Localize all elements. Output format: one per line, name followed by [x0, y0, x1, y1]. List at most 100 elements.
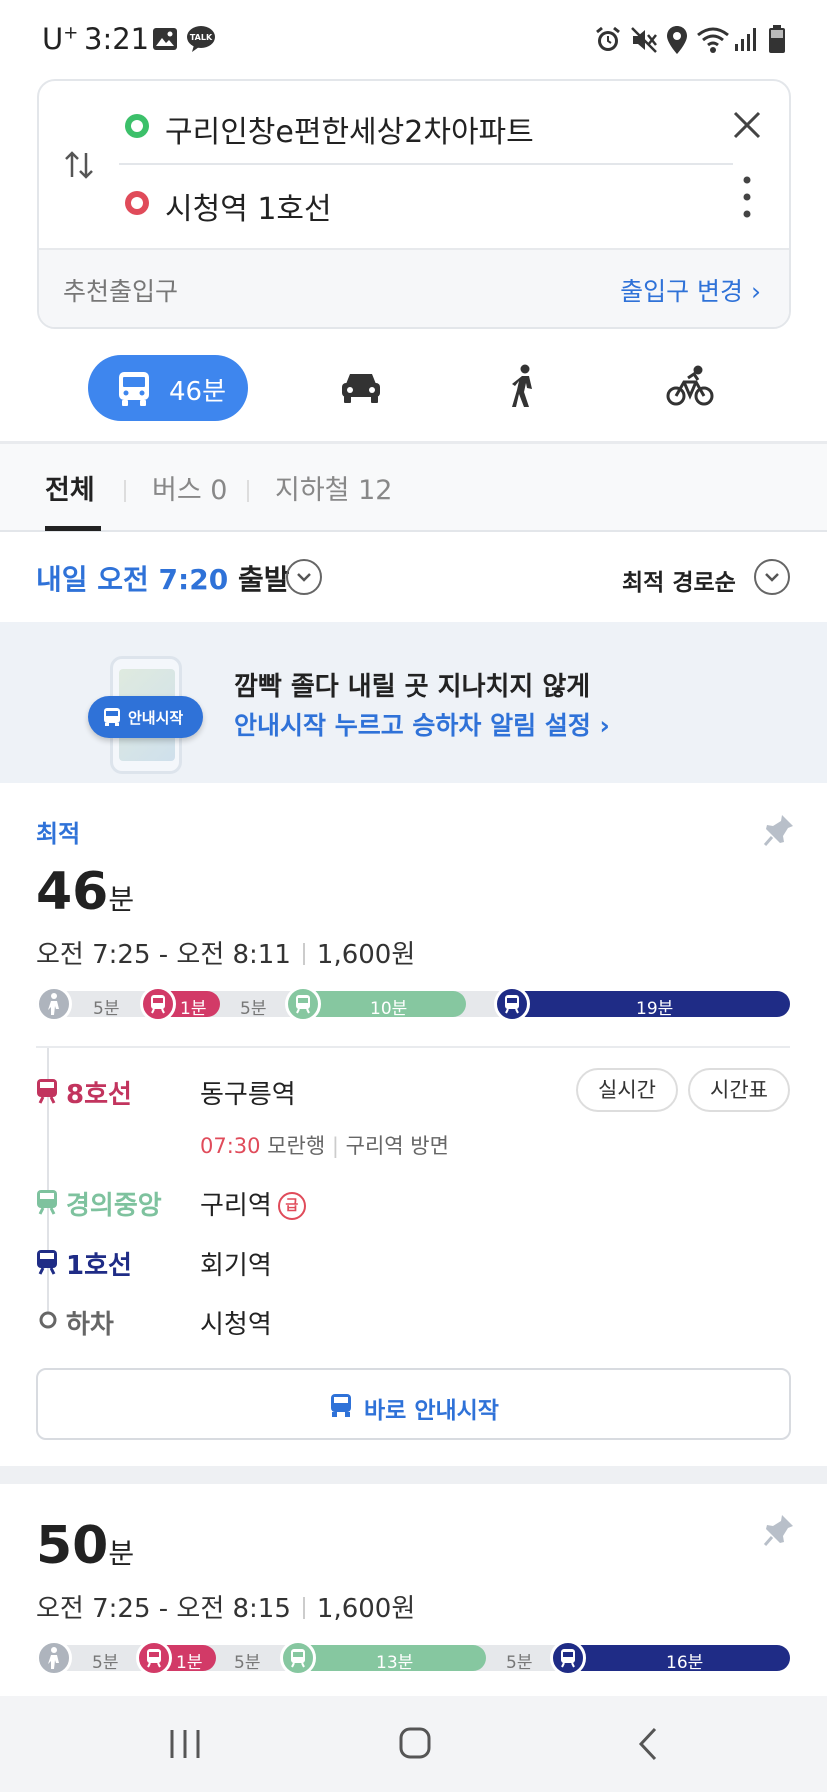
guide-start-badge: 안내시작	[88, 696, 203, 738]
step-station: 구리역 급	[200, 1185, 306, 1222]
tab-bus[interactable]: 버스 0	[152, 468, 227, 507]
route-input-card: 구리인창e편한세상2차아파트 시청역 1호선 추천출입구 출입구 변경 ›	[37, 79, 791, 329]
step-line-name: 1호선	[66, 1251, 132, 1281]
time-range: 오전 7:25 - 오전 8:15	[36, 1594, 291, 1624]
train-info: 07:30 모란행 | 구리역 방면	[200, 1134, 449, 1158]
divider	[119, 163, 733, 165]
bus-icon	[104, 708, 120, 726]
line1-duration: 19분	[636, 999, 674, 1019]
change-entrance-link[interactable]: 출입구 변경 ›	[620, 272, 761, 308]
tab-subway[interactable]: 지하철 12	[275, 468, 392, 507]
route-time-price: 오전 7:25 - 오전 8:15 1,600원	[36, 1588, 415, 1625]
bike-icon[interactable]	[666, 364, 714, 408]
guide-banner[interactable]: 안내시작 깜빡 졸다 내릴 곳 지나치지 않게 안내시작 누르고 승하차 알림 …	[0, 622, 827, 783]
wifi-icon	[697, 27, 729, 53]
origin-dot-icon	[125, 114, 149, 138]
signal-icon	[735, 28, 756, 51]
train-direction: 모란행	[267, 1134, 326, 1158]
back-icon[interactable]	[636, 1726, 660, 1762]
realtime-button[interactable]: 실시간	[576, 1068, 678, 1112]
subway-icon	[37, 1079, 57, 1104]
kakaotalk-icon: TALK	[187, 26, 215, 52]
best-route-badge: 최적	[36, 820, 81, 848]
close-icon[interactable]	[727, 105, 767, 145]
mode-tab-transit-label: 46분	[169, 377, 227, 407]
pin-icon[interactable]	[762, 812, 796, 852]
divider	[36, 1046, 790, 1048]
bus-icon	[119, 372, 149, 406]
clock: 3:21	[84, 22, 150, 56]
home-icon[interactable]	[398, 1726, 432, 1760]
filter-tabs: 전체 버스 0 지하철 12	[0, 444, 827, 532]
platform-direction: 구리역 방면	[345, 1134, 449, 1158]
subway-icon	[285, 986, 321, 1022]
walk-duration: 5분	[93, 999, 120, 1019]
fare: 1,600원	[316, 940, 416, 970]
departure-time-selector[interactable]: 내일 오전 7:20 출발	[36, 558, 289, 598]
step-line-name: 하차	[66, 1310, 114, 1340]
departure-suffix: 출발	[237, 563, 290, 596]
time-range: 오전 7:25 - 오전 8:11	[36, 940, 291, 970]
car-icon[interactable]	[340, 370, 382, 404]
walk-icon[interactable]	[510, 364, 540, 408]
walk-icon	[36, 986, 72, 1022]
battery-icon	[769, 25, 785, 53]
mode-tab-transit[interactable]: 46분	[88, 355, 248, 421]
system-nav-bar	[0, 1696, 827, 1792]
destination-field[interactable]: 시청역 1호선	[165, 184, 332, 228]
walk-duration: 5분	[234, 1653, 261, 1673]
route-duration: 46분	[36, 862, 135, 922]
step-station: 회기역	[200, 1251, 272, 1281]
start-guide-button[interactable]: 바로 안내시작	[36, 1368, 791, 1440]
gallery-icon	[153, 28, 177, 50]
subway-icon	[494, 986, 530, 1022]
start-guide-label: 바로 안내시작	[364, 1398, 499, 1424]
walk-duration: 5분	[506, 1653, 533, 1673]
alight-dot-icon	[39, 1311, 57, 1329]
departure-time: 내일 오전 7:20	[36, 563, 229, 596]
line1-duration: 16분	[666, 1653, 704, 1673]
carrier-label: U+	[42, 22, 79, 56]
swap-icon[interactable]	[61, 147, 97, 183]
mute-icon	[631, 27, 657, 53]
departure-dropdown-icon[interactable]	[286, 559, 322, 595]
banner-headline: 깜빡 졸다 내릴 곳 지나치지 않게	[234, 672, 591, 702]
app-screen: U+ 3:21 TALK 구리인창e편한세상2차아파트 시청역 1호선 추천출입…	[0, 0, 827, 1792]
walk-duration: 5분	[92, 1653, 119, 1673]
recommended-entrance-label: 추천출입구	[63, 277, 179, 306]
origin-field[interactable]: 구리인창e편한세상2차아파트	[165, 107, 534, 151]
subway-icon	[140, 986, 176, 1022]
gyeongui-duration: 10분	[370, 999, 408, 1019]
pin-icon[interactable]	[762, 1512, 796, 1552]
location-icon	[667, 26, 687, 54]
tab-separator	[247, 480, 249, 502]
line8-duration: 1분	[176, 1653, 203, 1673]
guide-start-badge-label: 안내시작	[128, 709, 184, 727]
subway-icon	[280, 1640, 316, 1676]
sort-selector[interactable]: 최적 경로순	[622, 563, 736, 597]
destination-dot-icon	[125, 191, 149, 215]
sort-dropdown-icon[interactable]	[754, 559, 790, 595]
walk-duration: 5분	[240, 999, 267, 1019]
bus-icon	[331, 1394, 351, 1417]
route-fields: 구리인창e편한세상2차아파트 시청역 1호선	[39, 81, 789, 248]
tab-all[interactable]: 전체	[45, 468, 95, 507]
more-options-icon[interactable]	[739, 175, 755, 219]
timetable-button[interactable]: 시간표	[688, 1068, 790, 1112]
express-badge: 급	[277, 1192, 306, 1220]
walk-icon	[36, 1640, 72, 1676]
fare: 1,600원	[316, 1594, 416, 1624]
status-bar: U+ 3:21 TALK	[0, 0, 827, 78]
active-tab-indicator	[45, 526, 101, 531]
recent-apps-icon[interactable]	[168, 1728, 202, 1760]
entrance-row: 추천출입구 출입구 변경 ›	[39, 248, 789, 327]
card-gap	[0, 1466, 827, 1484]
subway-icon	[37, 1190, 57, 1215]
subway-icon	[550, 1640, 586, 1676]
subway-icon	[37, 1250, 57, 1275]
alarm-icon	[596, 26, 620, 51]
step-station: 동구릉역	[200, 1080, 296, 1110]
subway-icon	[136, 1640, 172, 1676]
banner-link[interactable]: 안내시작 누르고 승하차 알림 설정 ›	[234, 706, 610, 742]
tab-separator	[124, 480, 126, 502]
